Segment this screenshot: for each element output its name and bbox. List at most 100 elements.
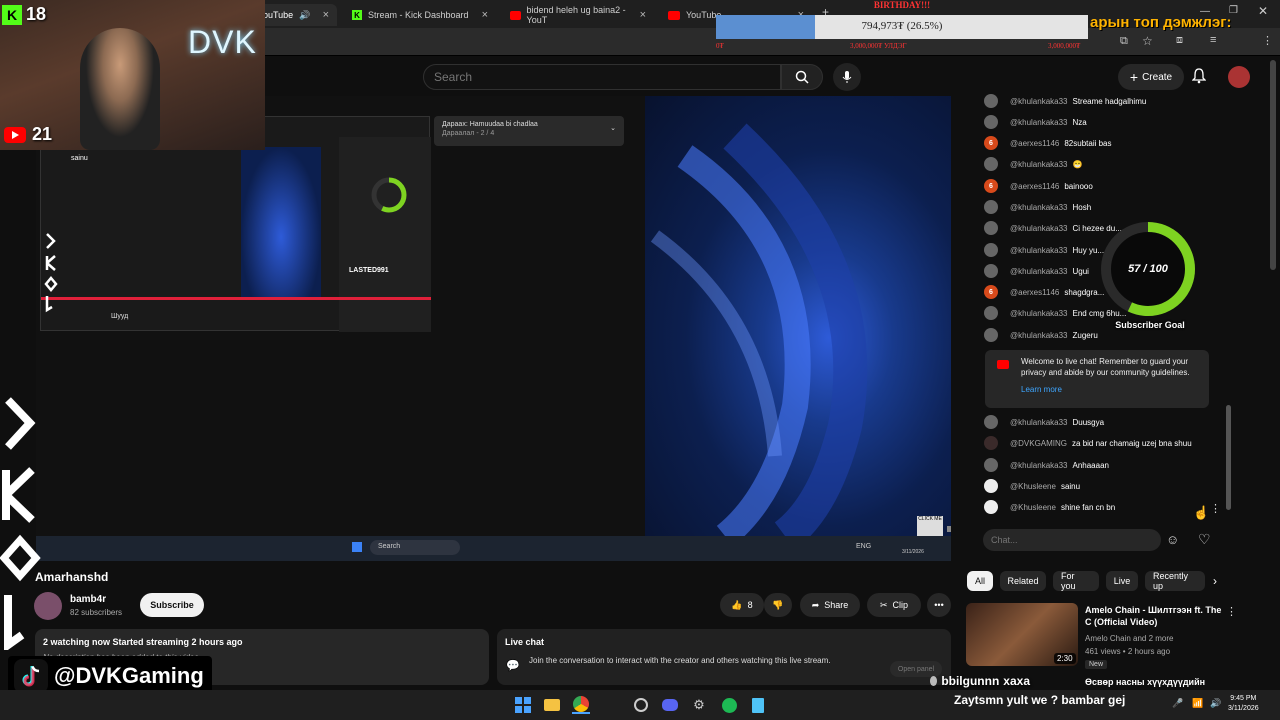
chrome-icon[interactable]: [572, 696, 590, 714]
close-tab-icon[interactable]: ×: [640, 9, 646, 21]
windows-start-icon: [352, 542, 362, 552]
chat-text: bainooo: [1064, 181, 1093, 191]
chat-message: 6 @aerxes1146 bainooo: [984, 178, 1093, 194]
video-scroll-marker: [947, 526, 951, 532]
emoji-icon[interactable]: ☺: [1166, 532, 1179, 547]
volume-icon[interactable]: 🔊: [1210, 698, 1221, 709]
top-donor-label: арын топ дэмжлэг:: [1090, 14, 1232, 31]
spotify-icon[interactable]: [720, 696, 738, 714]
obs-icon[interactable]: [632, 696, 650, 714]
kick-icon: K: [352, 10, 362, 20]
chat-user: @khulankaka33: [1010, 266, 1068, 276]
microphone-icon: [842, 71, 852, 83]
file-explorer-icon[interactable]: [543, 696, 561, 714]
channel-name[interactable]: bamb4r: [70, 594, 106, 605]
subscriber-count: 82 subscribers: [70, 608, 123, 617]
share-button[interactable]: ➦ Share: [800, 593, 860, 617]
chat-text: 😁: [1072, 159, 1083, 169]
live-chat-summary[interactable]: Live chat 💬 Join the conversation to int…: [497, 629, 951, 685]
mouse-cursor-icon: ☝: [1193, 505, 1210, 520]
youtube-icon: [510, 10, 521, 20]
chip-all[interactable]: All: [967, 571, 993, 591]
recommended-channel[interactable]: Amelo Chain and 2 more: [1085, 634, 1174, 643]
chat-user: @khulankaka33: [1010, 330, 1068, 340]
close-tab-icon[interactable]: ×: [482, 9, 488, 21]
windows-start-button[interactable]: [514, 696, 532, 714]
discord-icon[interactable]: [661, 696, 679, 714]
chat-text: Nza: [1072, 117, 1087, 127]
voice-search-button[interactable]: [833, 63, 861, 91]
plus-icon: +: [1129, 69, 1139, 85]
chat-message: @Khusleene sainu: [984, 478, 1080, 494]
chat-scrollbar[interactable]: [1226, 405, 1231, 510]
chat-text: za bid nar chamaig uzej bna shuu: [1072, 438, 1192, 448]
close-window-icon[interactable]: ✕: [1258, 4, 1268, 18]
browser-menu-icon[interactable]: ⋮: [1262, 34, 1273, 47]
more-actions-button[interactable]: •••: [927, 593, 951, 617]
recommended-title[interactable]: Amelo Chain - Шилтгээн ft. The C (Offici…: [1085, 604, 1225, 628]
chat-avatar: [984, 500, 998, 514]
youtube-count: 21: [32, 124, 53, 144]
user-avatar[interactable]: [1228, 66, 1250, 88]
chevron-right-icon[interactable]: ›: [1213, 574, 1217, 588]
chat-text: 82subtaii bas: [1064, 138, 1112, 148]
chip-live[interactable]: Live: [1106, 571, 1138, 591]
chat-user: @aerxes1146: [1010, 181, 1060, 191]
watching-info: 2 watching now Started streaming 2 hours…: [43, 637, 243, 647]
new-badge: New: [1085, 660, 1108, 669]
search-button[interactable]: [781, 64, 823, 90]
nested-goal-ring: [371, 177, 407, 213]
chat-user: @khulankaka33: [1010, 460, 1068, 470]
chat-message: 6 @aerxes1146 82subtaii bas: [984, 135, 1112, 151]
reading-list-icon[interactable]: ≡: [1210, 34, 1216, 46]
cast-icon[interactable]: ⧉: [1120, 35, 1128, 48]
chat-avatar: [984, 415, 998, 429]
up-next-title: Дараах: Hamuudaa bi chadlaa: [442, 121, 538, 128]
bookmark-star-icon[interactable]: ☆: [1142, 34, 1153, 48]
taskbar-clock[interactable]: 9:45 PM 3/11/2026: [1228, 694, 1259, 714]
chevron-down-icon[interactable]: ⌄: [610, 124, 616, 132]
recommended-title-2[interactable]: Өсвөр насны хүүхдүүдийн: [1085, 677, 1205, 687]
search-input[interactable]: [423, 64, 781, 90]
extensions-icon[interactable]: ⧈: [1176, 34, 1183, 47]
video-player[interactable]: LASTED991 sainu Шууд Дараах: Hamuudaa bi…: [36, 96, 951, 561]
video-date: 3/11/2026: [902, 549, 924, 555]
page-scrollbar[interactable]: [1270, 60, 1276, 270]
youtube-icon: [997, 360, 1009, 369]
like-button[interactable]: 👍 8: [720, 593, 764, 617]
donation-amount: 794,973₮ (26.5%): [861, 20, 943, 32]
live-chat-desc: Join the conversation to interact with t…: [529, 656, 831, 665]
chip-recently-uploaded[interactable]: Recently up: [1145, 571, 1205, 591]
microphone-tray-icon[interactable]: 🎤: [1172, 698, 1183, 709]
chip-for-you[interactable]: For you: [1053, 571, 1099, 591]
learn-more-link[interactable]: Learn more: [1021, 384, 1201, 395]
dislike-button[interactable]: 👎: [764, 593, 792, 617]
up-next-panel[interactable]: Дараах: Hamuudaa bi chadlaa Дараалал - 2…: [434, 116, 624, 146]
chat-avatar: [984, 115, 998, 129]
wifi-icon[interactable]: 📶: [1192, 698, 1203, 709]
message-menu-icon[interactable]: ⋮: [1210, 502, 1221, 515]
tab-youtube-active[interactable]: ouTube 🔊 ×: [255, 4, 337, 26]
video-menu-icon[interactable]: ⋮: [1226, 605, 1237, 618]
chat-text: shine fan cn bn: [1060, 502, 1116, 512]
chat-input[interactable]: [983, 529, 1161, 551]
chat-avatar: [984, 243, 998, 257]
kick-viewer-count: K 18: [2, 4, 46, 25]
notepad-icon[interactable]: [749, 696, 767, 714]
subscribe-button[interactable]: Subscribe: [140, 593, 204, 617]
nested-tag: LASTED991: [349, 267, 389, 274]
chip-related[interactable]: Related: [1000, 571, 1046, 591]
ticker-text: хаха: [1003, 674, 1030, 688]
steam-icon[interactable]: ⚙: [690, 696, 708, 714]
speaker-icon[interactable]: 🔊: [299, 10, 310, 21]
create-button[interactable]: + Create: [1118, 64, 1184, 90]
close-tab-icon[interactable]: ×: [323, 9, 329, 21]
heart-icon[interactable]: ♡: [1198, 531, 1211, 548]
notifications-bell-icon[interactable]: [1191, 68, 1207, 89]
tab-kick-dashboard[interactable]: K Stream - Kick Dashboard ×: [344, 4, 496, 26]
windows-logo-icon: [515, 697, 531, 713]
chat-avatar: [984, 306, 998, 320]
tab-youtube-video[interactable]: bidend heleh ug baina2 - YouT ×: [502, 4, 654, 26]
clip-button[interactable]: ✂ Clip: [867, 593, 921, 617]
chat-user: @khulankaka33: [1010, 117, 1068, 127]
